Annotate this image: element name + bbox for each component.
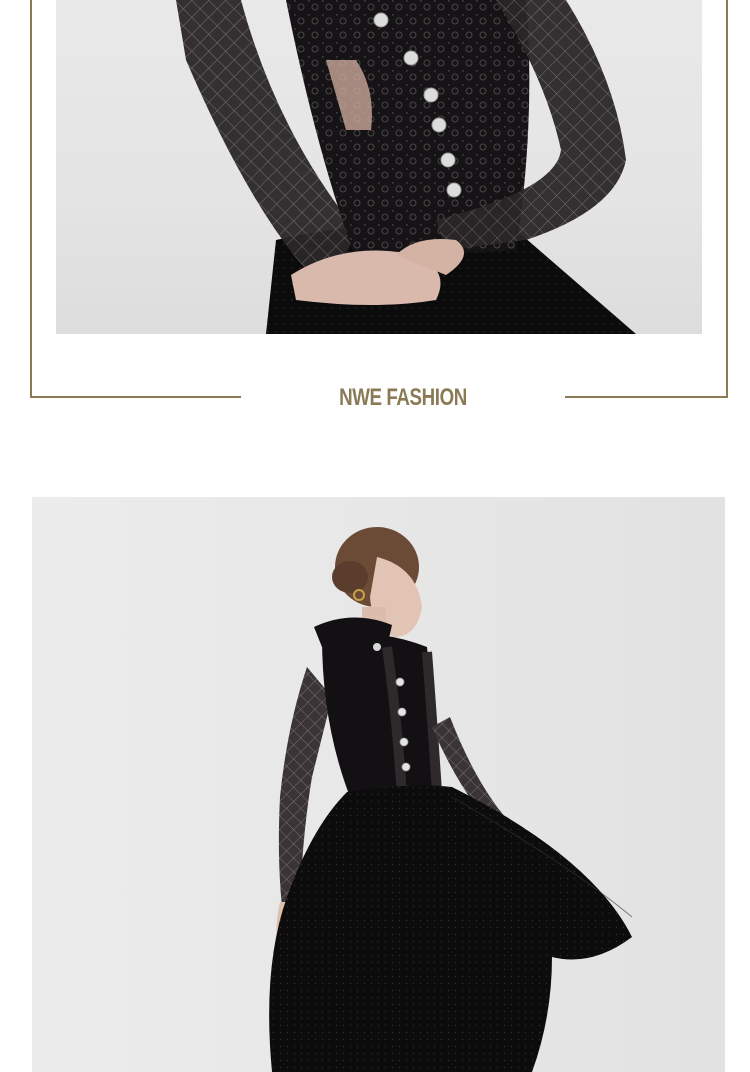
frame-divider-right <box>565 396 728 398</box>
model-dress-photo <box>32 497 725 1072</box>
brand-title: NWE FASHION <box>339 384 467 411</box>
model-illustration <box>269 527 633 1072</box>
frame-divider-left <box>30 396 241 398</box>
dress-detail-photo <box>56 0 702 334</box>
dress-detail-illustration <box>176 0 636 334</box>
